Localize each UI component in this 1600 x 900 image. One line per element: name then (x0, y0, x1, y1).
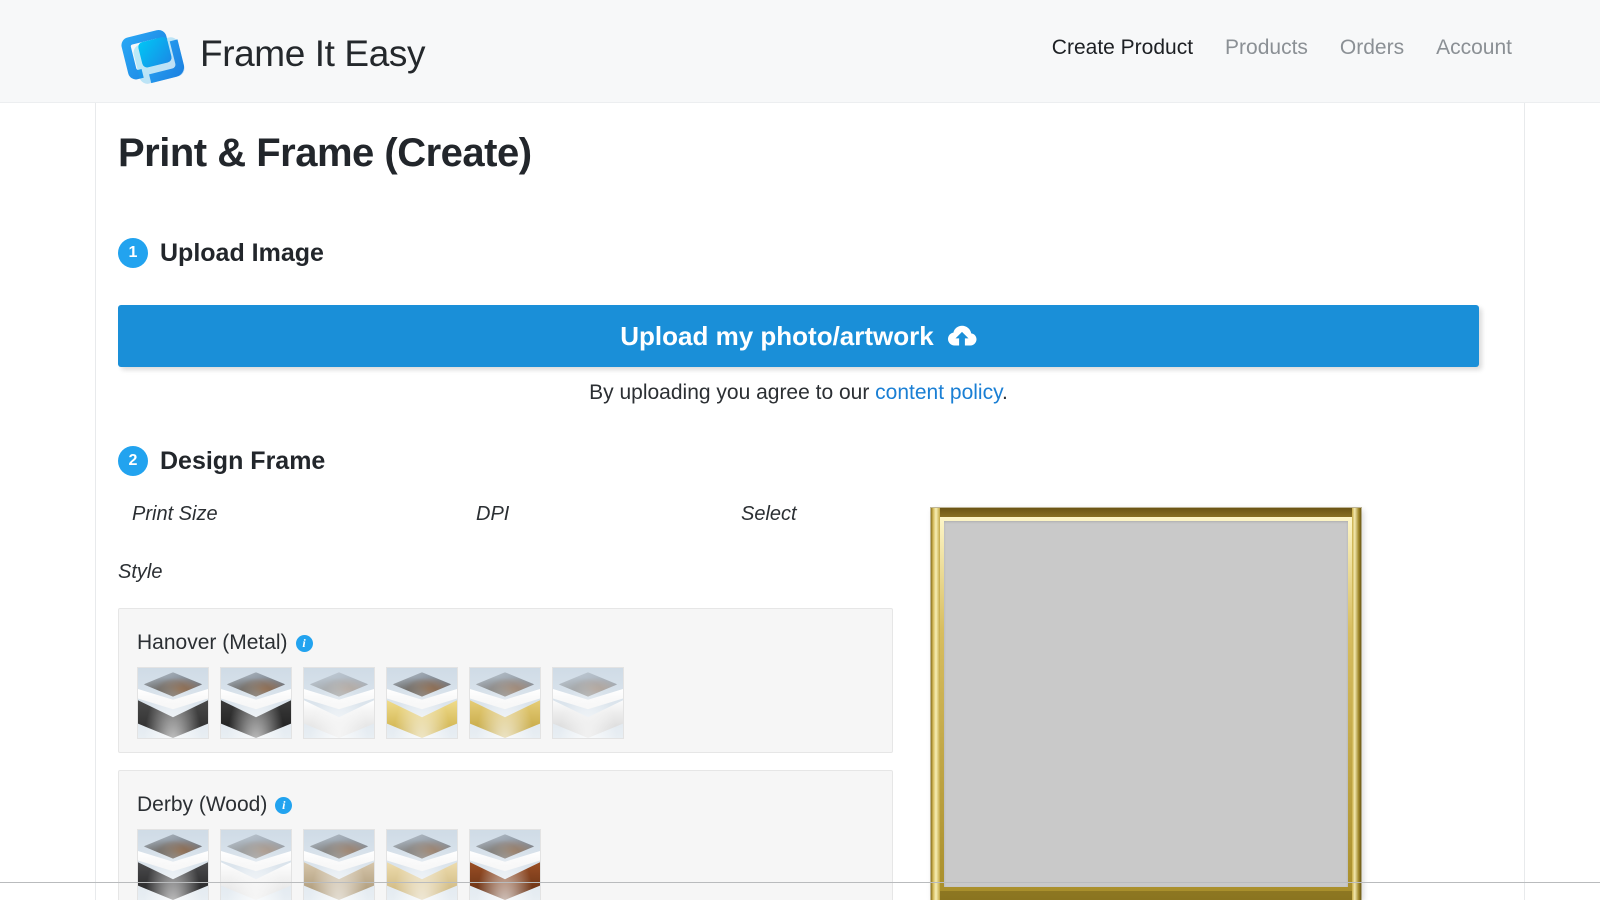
style-card-title: Derby (Wood) i (137, 793, 892, 817)
step-1-header: 1 Upload Image (118, 238, 324, 268)
swatch-glow (304, 830, 374, 900)
swatch-brushed-gold[interactable] (469, 667, 541, 739)
frame-mat-area (944, 521, 1348, 887)
swatch-glow (221, 830, 291, 900)
page-title: Print & Frame (Create) (118, 131, 532, 175)
swatch-glow (138, 830, 208, 900)
swatch-glow (387, 668, 457, 738)
style-name-label: Hanover (Metal) (137, 631, 288, 654)
nav-item-orders[interactable]: Orders (1340, 36, 1404, 60)
cloud-upload-icon (947, 325, 977, 347)
nav-item-create-product[interactable]: Create Product (1052, 36, 1193, 60)
step-1-badge: 1 (118, 238, 148, 268)
swatch-glow (387, 830, 457, 900)
style-card-title: Hanover (Metal) i (137, 631, 892, 655)
viewport-bottom-edge (0, 882, 1600, 883)
step-2-label: Design Frame (160, 446, 326, 475)
content-policy-link[interactable]: content policy (875, 381, 1002, 404)
info-icon[interactable]: i (295, 634, 313, 652)
frame-it-easy-logo-icon (118, 22, 186, 84)
column-header-select: Select (741, 503, 797, 525)
column-header-dpi: DPI (476, 503, 510, 525)
swatch-satin-gold[interactable] (386, 667, 458, 739)
brand[interactable]: Frame It Easy (118, 22, 425, 84)
style-card-hanover-metal: Hanover (Metal) i (118, 608, 893, 753)
nav-item-products[interactable]: Products (1225, 36, 1308, 60)
swatch-white-wood[interactable] (220, 829, 292, 900)
page-root: Frame It Easy Create Product Products Or… (0, 0, 1600, 900)
swatch-walnut[interactable] (469, 829, 541, 900)
upload-photo-button[interactable]: Upload my photo/artwork (118, 305, 1479, 367)
swatch-glow (304, 668, 374, 738)
content-right-divider (1524, 103, 1525, 900)
brand-name: Frame It Easy (200, 32, 426, 74)
step-2-badge: 2 (118, 446, 148, 476)
frame-preview (931, 508, 1361, 900)
site-header: Frame It Easy Create Product Products Or… (0, 0, 1600, 103)
frame-rail-left (931, 508, 940, 900)
style-section-label: Style (118, 561, 163, 583)
upload-button-label: Upload my photo/artwork (620, 320, 934, 351)
swatch-glow (138, 668, 208, 738)
main-nav: Create Product Products Orders Account (1052, 36, 1512, 60)
swatch-glow (470, 668, 540, 738)
step-1-label: Upload Image (160, 238, 324, 267)
style-name-label: Derby (Wood) (137, 793, 268, 816)
policy-suffix: . (1002, 381, 1008, 404)
column-header-print-size: Print Size (132, 503, 218, 525)
swatch-row-hanover (137, 667, 892, 739)
swatch-row-derby (137, 829, 892, 900)
swatch-glow (470, 830, 540, 900)
swatch-natural-oak[interactable] (386, 829, 458, 900)
style-card-derby-wood: Derby (Wood) i (118, 770, 893, 900)
policy-prefix: By uploading you agree to our (589, 381, 876, 404)
step-2-header: 2 Design Frame (118, 446, 325, 476)
swatch-matte-black[interactable] (220, 667, 292, 739)
swatch-brushed-silver[interactable] (552, 667, 624, 739)
frame-rail-right (1352, 508, 1361, 900)
swatch-glow (553, 668, 623, 738)
swatch-glow (221, 668, 291, 738)
swatch-satin-black[interactable] (137, 667, 209, 739)
info-icon[interactable]: i (275, 796, 293, 814)
swatch-black-wood[interactable] (137, 829, 209, 900)
swatch-satin-white[interactable] (303, 667, 375, 739)
content-policy-note: By uploading you agree to our content po… (118, 381, 1479, 405)
design-column-headers: Print Size DPI Select (118, 503, 918, 529)
swatch-grey-oak[interactable] (303, 829, 375, 900)
nav-item-account[interactable]: Account (1436, 36, 1512, 60)
